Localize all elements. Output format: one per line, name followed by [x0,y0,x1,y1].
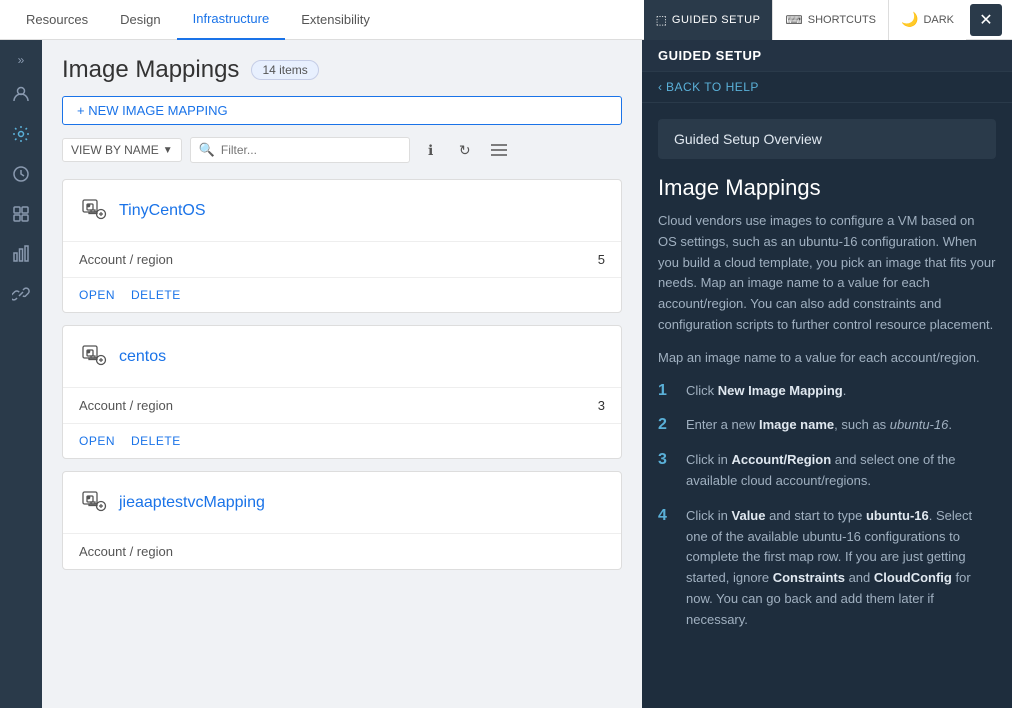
card-meta-value: 5 [598,252,605,267]
delete-tinycentos-button[interactable]: DELETE [131,288,181,302]
guided-step-1: 1 Click New Image Mapping. [658,381,996,402]
new-image-mapping-button[interactable]: + NEW IMAGE MAPPING [62,96,622,125]
guided-panel-title: GUIDED SETUP [658,48,762,63]
chevron-down-icon: ▼ [163,145,173,156]
image-mapping-icon-jieaa [79,486,109,519]
guided-setup-button[interactable]: ⬚ GUIDED SETUP [644,0,773,40]
card-meta-value-centos: 3 [598,398,605,413]
card-jieaaptestvcmapping: jieaaptestvcMapping Account / region [62,471,622,570]
guided-setup-icon: ⬚ [656,13,667,27]
step-text-3: Click in Account/Region and select one o… [686,450,996,492]
items-badge: 14 items [251,60,318,80]
guided-main-title: Image Mappings [658,175,996,201]
close-guided-button[interactable]: ✕ [970,4,1002,36]
card-tinycentos: TinyCentOS Account / region 5 OPEN DELET… [62,179,622,313]
back-to-help-button[interactable]: ‹ BACK TO HELP [642,72,1012,103]
refresh-icon[interactable]: ↻ [452,137,478,163]
sidebar-icon-chart[interactable] [3,236,39,272]
image-mapping-icon [79,194,109,227]
card-meta-label: Account / region [79,252,173,267]
open-centos-button[interactable]: OPEN [79,434,115,448]
step-text-2: Enter a new Image name, such as ubuntu-1… [686,415,952,436]
card-title-jieaa[interactable]: jieaaptestvcMapping [119,494,265,512]
sidebar-expand-button[interactable]: » [3,48,39,72]
cards-list: TinyCentOS Account / region 5 OPEN DELET… [62,179,622,692]
guided-section-title: Guided Setup Overview [674,131,822,147]
sidebar-icon-link[interactable] [3,276,39,312]
card-centos: centos Account / region 3 OPEN DELETE [62,325,622,459]
nav-resources[interactable]: Resources [10,0,104,40]
guided-sub-desc: Map an image name to a value for each ac… [658,348,996,369]
guided-description: Cloud vendors use images to configure a … [658,211,996,336]
step-num-1: 1 [658,382,674,402]
page-title: Image Mappings [62,56,239,84]
step-text-1: Click New Image Mapping. [686,381,846,402]
sidebar-icon-settings[interactable] [3,116,39,152]
nav-infrastructure[interactable]: Infrastructure [177,0,286,40]
list-view-icon[interactable] [486,137,512,163]
search-icon: 🔍 [199,142,215,158]
nav-design[interactable]: Design [104,0,176,40]
info-icon[interactable]: ℹ [418,137,444,163]
sidebar-icon-users[interactable] [3,76,39,112]
guided-step-2: 2 Enter a new Image name, such as ubuntu… [658,415,996,436]
guided-panel: GUIDED SETUP ‹ BACK TO HELP Guided Setup… [642,40,1012,708]
card-meta-label-centos: Account / region [79,398,173,413]
sidebar-icon-history[interactable] [3,156,39,192]
shortcuts-icon: ⌨ [785,13,802,27]
step-text-4: Click in Value and start to type ubuntu-… [686,506,996,631]
step-num-2: 2 [658,416,674,436]
step-num-3: 3 [658,451,674,492]
dark-icon: 🌙 [901,11,918,28]
search-input[interactable] [221,143,401,157]
chevron-left-icon: ‹ [658,80,662,94]
guided-step-3: 3 Click in Account/Region and select one… [658,450,996,492]
nav-extensibility[interactable]: Extensibility [285,0,386,40]
card-title-tinycentos[interactable]: TinyCentOS [119,202,206,220]
step-num-4: 4 [658,507,674,631]
card-title-centos[interactable]: centos [119,348,166,366]
guided-step-4: 4 Click in Value and start to type ubunt… [658,506,996,631]
shortcuts-button[interactable]: ⌨ SHORTCUTS [772,0,888,40]
sidebar-icon-blocks[interactable] [3,196,39,232]
delete-centos-button[interactable]: DELETE [131,434,181,448]
image-mapping-icon-centos [79,340,109,373]
view-by-selector[interactable]: VIEW BY NAME ▼ [62,138,182,162]
card-meta-label-jieaa: Account / region [79,544,173,559]
dark-mode-button[interactable]: 🌙 DARK [888,0,966,40]
open-tinycentos-button[interactable]: OPEN [79,288,115,302]
